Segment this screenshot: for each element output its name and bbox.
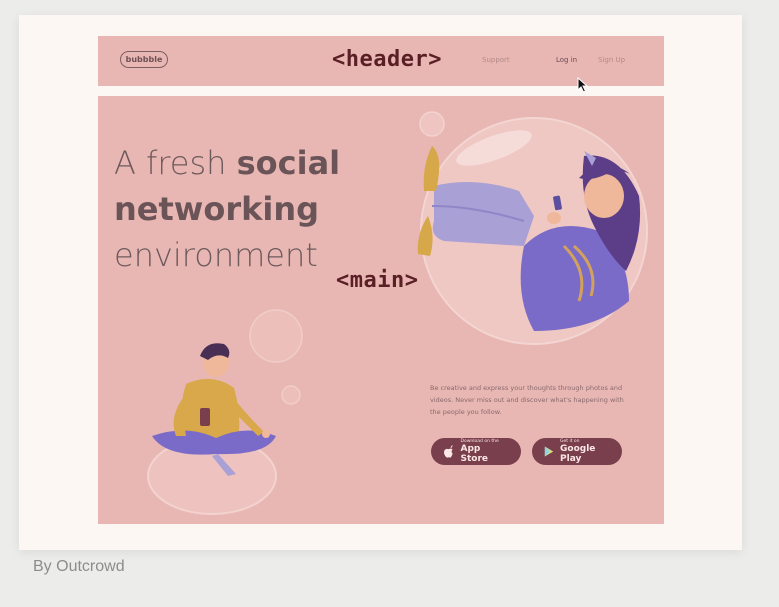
headline-bold-1: social: [236, 144, 341, 182]
hero-headline: A fresh social networking environment: [114, 140, 340, 278]
nav-support-link[interactable]: Support: [482, 56, 510, 64]
headline-light-1: A fresh: [114, 144, 237, 182]
google-play-big-label: Google Play: [560, 444, 596, 464]
small-bubble: [419, 111, 445, 137]
nav-signup-link[interactable]: Sign Up: [598, 56, 625, 64]
google-play-button[interactable]: Get it on Google Play: [532, 438, 622, 465]
hero-description: Be creative and express your thoughts th…: [430, 382, 630, 418]
headline-light-3: environment: [114, 236, 318, 274]
header-tag: <header>: [332, 47, 442, 72]
google-play-icon: [544, 446, 554, 457]
main-tag: <main>: [336, 268, 419, 293]
girl-bubble-illustration: [417, 117, 648, 345]
credit-caption: By Outcrowd: [33, 558, 125, 575]
copy-line-1: Be creative and express your thoughts th…: [430, 384, 623, 392]
nav-login-link[interactable]: Log in: [556, 56, 577, 64]
logo[interactable]: bubbble: [120, 51, 168, 68]
boy-bubble-illustration: [147, 343, 277, 515]
headline-bold-2: networking: [114, 190, 320, 228]
app-store-button[interactable]: Download on the App Store: [431, 438, 521, 465]
main-section: A fresh social networking environment <m…: [98, 96, 664, 524]
mouse-cursor-icon: [577, 77, 589, 93]
apple-icon: [443, 444, 453, 458]
copy-line-3: the people you follow.: [430, 408, 502, 416]
app-store-big-label: App Store: [460, 444, 489, 464]
copy-line-2: videos. Never miss out and discover what…: [430, 396, 624, 404]
